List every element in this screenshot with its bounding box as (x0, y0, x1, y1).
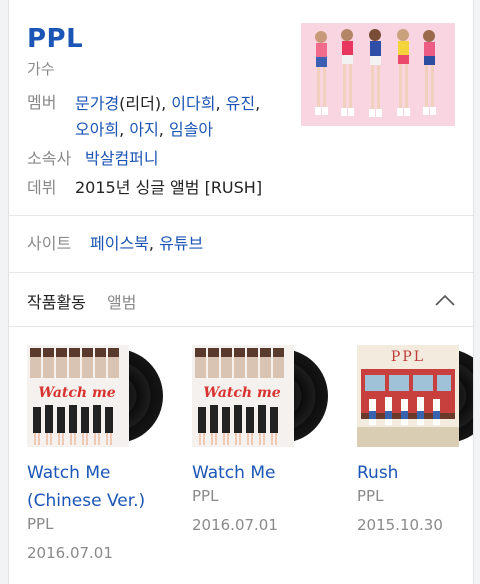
agency-value: 박살컴퍼니 (85, 147, 305, 171)
members-value: 문가경(리더), 이다희, 유진, 오아희, 아지, 임솔아 (75, 94, 261, 139)
member-link[interactable]: 유진 (226, 94, 255, 113)
album-artist[interactable]: PPL (357, 487, 383, 505)
album-cover-with-vinyl[interactable]: PPL (357, 345, 473, 447)
debut-label: 데뷔 (27, 178, 57, 197)
artist-photo[interactable] (301, 23, 455, 126)
album-cover[interactable]: Watch me (192, 345, 294, 447)
member-link[interactable]: 문가경 (75, 94, 119, 113)
album-cover-with-vinyl[interactable]: Watch me (192, 345, 332, 447)
album-date: 2015.10.30 (357, 516, 443, 534)
album-cover[interactable]: PPL (357, 345, 459, 447)
debut-value: 2015년 싱글 앨범 [RUSH] (75, 178, 263, 197)
album-title-line[interactable]: (Chinese Ver.) (27, 487, 177, 515)
album-title-line[interactable]: Watch Me (27, 459, 177, 487)
album-title-line[interactable]: Watch Me (192, 459, 342, 487)
cover-text: Watch me (203, 385, 280, 401)
member-link[interactable]: 이다희 (171, 94, 215, 113)
divider (9, 272, 473, 273)
album-date: 2016.07.01 (27, 544, 113, 562)
album-title[interactable]: Watch Me (192, 459, 342, 487)
sites-label: 사이트 (27, 234, 72, 253)
member-link[interactable]: 아지 (129, 120, 158, 139)
leader-note: (리더) (119, 94, 162, 113)
album-cover-with-vinyl[interactable]: Watch me (27, 345, 167, 447)
album-title[interactable]: Rush (357, 459, 473, 487)
profile-card: PPL 가수 멤버 문가경(리더), 이다희, 유진, 오아희, 아지, 임솔아… (8, 0, 474, 584)
album-date: 2016.07.01 (192, 516, 278, 534)
artist-occupation: 가수 (27, 60, 55, 78)
album-title-line[interactable]: Rush (357, 459, 473, 487)
member-link[interactable]: 오아희 (75, 120, 119, 139)
facebook-link[interactable]: 페이스북 (90, 234, 149, 253)
agency-label: 소속사 (27, 149, 72, 168)
album-artist[interactable]: PPL (27, 515, 53, 533)
album-cover-art: PPL (357, 345, 459, 447)
group-photo-image (301, 23, 455, 126)
album-cover[interactable]: Watch me (27, 345, 129, 447)
works-section-title[interactable]: 작품활동 (27, 289, 86, 313)
divider (9, 215, 473, 216)
agency-link[interactable]: 박살컴퍼니 (85, 149, 159, 168)
album-cover-art: Watch me (192, 345, 294, 447)
cover-text: PPL (391, 349, 425, 365)
youtube-link[interactable]: 유튜브 (159, 234, 203, 253)
members-label: 멤버 (27, 93, 57, 112)
divider (9, 326, 473, 327)
chevron-up-icon[interactable] (433, 290, 457, 310)
sites-value: 페이스북, 유튜브 (90, 234, 204, 253)
album-cover-art: Watch me (27, 345, 129, 447)
member-link[interactable]: 임솔아 (169, 120, 213, 139)
cover-text: Watch me (38, 385, 115, 401)
artist-name[interactable]: PPL (27, 24, 83, 54)
album-title[interactable]: Watch Me (Chinese Ver.) (27, 459, 177, 515)
album-artist[interactable]: PPL (192, 487, 218, 505)
works-section-subtitle[interactable]: 앨범 (107, 289, 136, 313)
